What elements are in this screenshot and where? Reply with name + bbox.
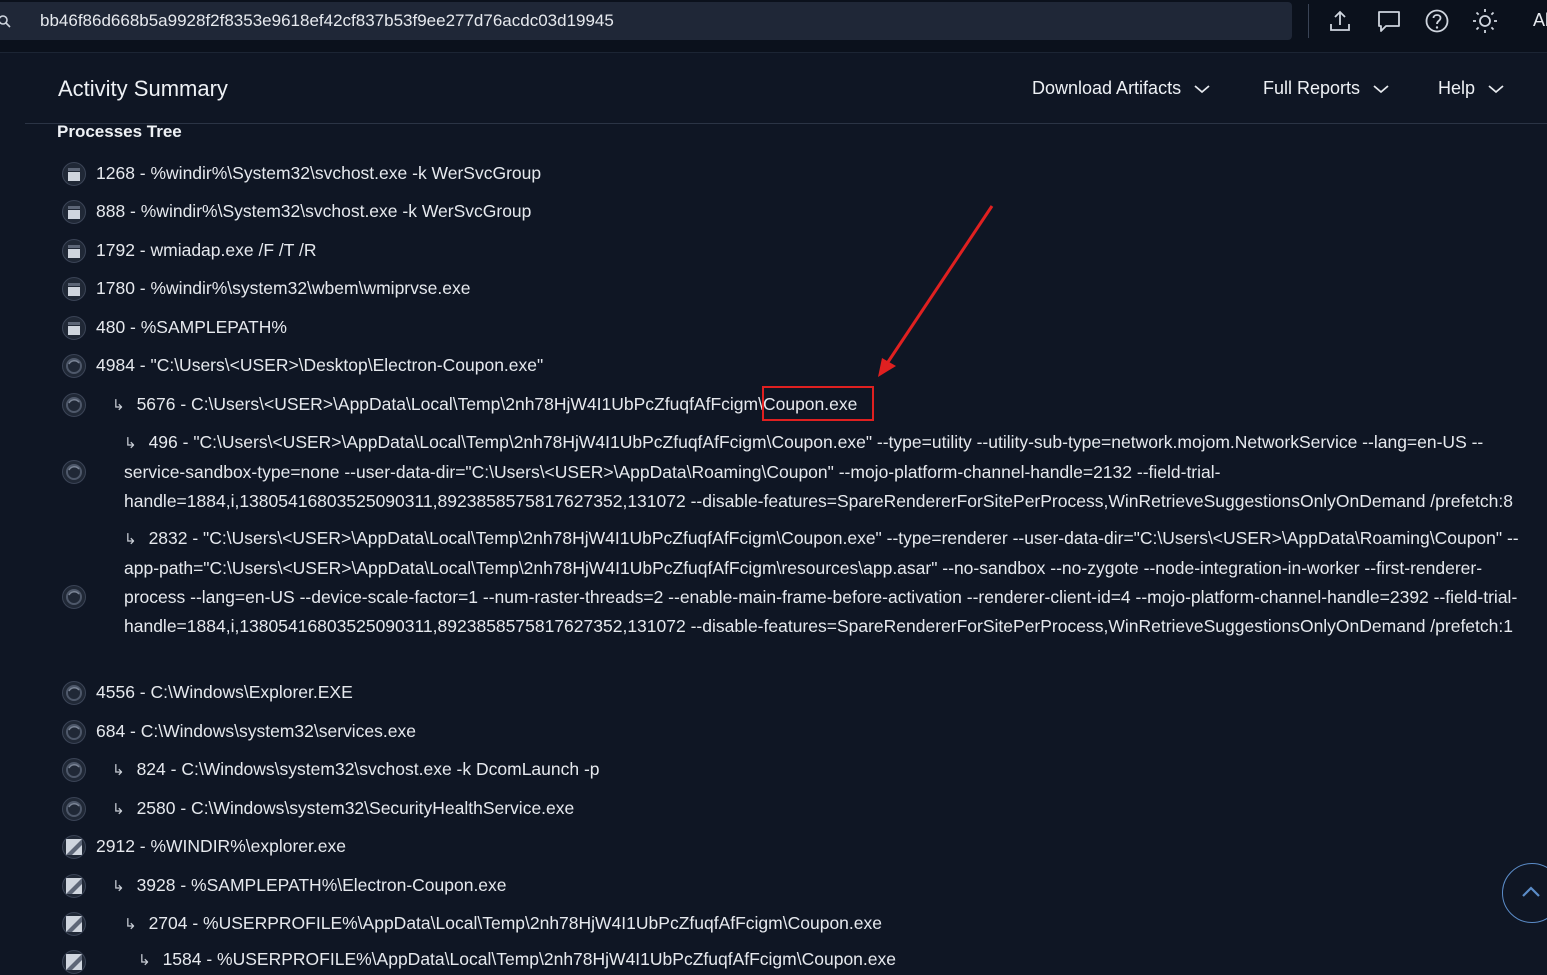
child-arrow-icon: ↳ — [124, 531, 137, 548]
svchost-icon — [62, 239, 86, 263]
process-text: 480 - %SAMPLEPATH% — [96, 317, 287, 337]
annotation-highlight-box — [762, 386, 874, 421]
process-command-line: 1780 - %windir%\system32\wbem\wmiprvse.e… — [96, 274, 470, 303]
help-circle-icon[interactable] — [1423, 7, 1451, 35]
child-arrow-icon: ↳ — [112, 762, 125, 779]
process-command-line: 684 - C:\Windows\system32\services.exe — [96, 717, 416, 746]
explorer-icon — [62, 950, 86, 974]
process-text: 2832 - "C:\Users\<USER>\AppData\Local\Te… — [124, 528, 1519, 636]
electron-icon — [62, 393, 86, 417]
annotation-arrow-icon — [878, 205, 994, 377]
process-text: 1268 - %windir%\System32\svchost.exe -k … — [96, 163, 542, 183]
toolbar-divider — [1308, 4, 1309, 38]
svchost-icon — [62, 277, 86, 301]
explorer-icon — [62, 874, 86, 898]
process-text: 684 - C:\Windows\system32\services.exe — [96, 721, 416, 741]
explorer-icon — [62, 835, 86, 859]
child-arrow-icon: ↳ — [112, 397, 125, 414]
process-text: 3928 - %SAMPLEPATH%\Electron-Coupon.exe — [136, 875, 507, 895]
processes-tree-title: Processes Tree — [57, 122, 182, 141]
electron-icon — [62, 797, 86, 821]
process-command-line: 1792 - wmiadap.exe /F /T /R — [96, 236, 316, 265]
comment-icon[interactable] — [1375, 7, 1403, 35]
explorer-icon — [62, 912, 86, 936]
search-input[interactable] — [40, 2, 1280, 40]
search-bar[interactable] — [0, 2, 1292, 40]
process-path: 5676 - C:\Users\<USER>\AppData\Local\Tem… — [136, 394, 759, 414]
electron-icon — [62, 681, 86, 705]
download-artifacts-menu[interactable]: Download Artifacts — [1032, 78, 1211, 99]
full-reports-menu[interactable]: Full Reports — [1263, 78, 1390, 99]
process-command-line: ↳ 496 - "C:\Users\<USER>\AppData\Local\Te… — [124, 428, 1534, 516]
top-bar: Al — [0, 0, 1547, 53]
download-artifacts-label: Download Artifacts — [1032, 78, 1182, 98]
chevron-up-icon — [1522, 886, 1540, 897]
page-title: Activity Summary — [58, 76, 228, 101]
search-icon — [0, 15, 11, 28]
sun-icon[interactable] — [1471, 7, 1499, 35]
process-command-line: 4556 - C:\Windows\Explorer.EXE — [96, 678, 353, 707]
svchost-icon — [62, 162, 86, 186]
child-arrow-icon: ↳ — [124, 435, 137, 452]
svchost-icon — [62, 200, 86, 224]
electron-icon — [62, 758, 86, 782]
process-command-line: 480 - %SAMPLEPATH% — [96, 313, 287, 342]
process-command-line: ↳ 2704 - %USERPROFILE%\AppData\Local\Temp… — [124, 909, 882, 939]
process-command-line: ↳ 824 - C:\Windows\system32\svchost.exe -… — [112, 755, 600, 785]
electron-icon — [62, 720, 86, 744]
process-text: 2912 - %WINDIR%\explorer.exe — [96, 836, 346, 856]
process-command-line: 2912 - %WINDIR%\explorer.exe — [96, 832, 346, 861]
chevron-down-icon — [1194, 84, 1210, 93]
process-command-line: 1268 - %windir%\System32\svchost.exe -k … — [96, 159, 541, 188]
truncated-toolbar-label[interactable]: Al — [1533, 10, 1547, 31]
process-command-line: ↳ 3928 - %SAMPLEPATH%\Electron-Coupon.exe — [112, 871, 507, 901]
process-text: 1780 - %windir%\system32\wbem\wmiprvse.e… — [96, 278, 471, 298]
electron-icon — [62, 354, 86, 378]
process-text: 4556 - C:\Windows\Explorer.EXE — [96, 682, 353, 702]
electron-icon — [62, 460, 86, 484]
process-command-line: 4984 - "C:\Users\<USER>\Desktop\Electron… — [96, 351, 543, 380]
child-arrow-icon: ↳ — [124, 916, 137, 933]
process-text: 888 - %windir%\System32\svchost.exe -k W… — [96, 201, 532, 221]
process-command-line: ↳ 5676 - C:\Users\<USER>\AppData\Local\Te… — [112, 390, 857, 420]
process-text: 496 - "C:\Users\<USER>\AppData\Local\Tem… — [124, 432, 1513, 511]
electron-icon — [62, 585, 86, 609]
process-text: 2704 - %USERPROFILE%\AppData\Local\Temp\… — [148, 913, 882, 933]
chevron-down-icon — [1373, 84, 1389, 93]
process-command-line: 888 - %windir%\System32\svchost.exe -k W… — [96, 197, 531, 226]
help-label: Help — [1438, 78, 1476, 98]
child-arrow-icon: ↳ — [112, 801, 125, 818]
child-arrow-icon: ↳ — [138, 952, 151, 969]
process-text: 1584 - %USERPROFILE%\AppData\Local\Temp\… — [162, 949, 896, 969]
process-text: 1792 - wmiadap.exe /F /T /R — [96, 240, 317, 260]
full-reports-label: Full Reports — [1263, 78, 1361, 98]
process-command-line: ↳ 2580 - C:\Windows\system32\SecurityHeal… — [112, 794, 574, 824]
process-text: 824 - C:\Windows\system32\svchost.exe -k… — [136, 759, 600, 779]
help-menu[interactable]: Help — [1438, 78, 1505, 99]
upload-icon[interactable] — [1326, 7, 1354, 35]
process-text: 2580 - C:\Windows\system32\SecurityHealt… — [136, 798, 575, 818]
scroll-to-top-button[interactable] — [1502, 863, 1547, 923]
chevron-down-icon — [1488, 84, 1504, 93]
svchost-icon — [62, 316, 86, 340]
process-text: 4984 - "C:\Users\<USER>\Desktop\Electron… — [96, 355, 544, 375]
child-arrow-icon: ↳ — [112, 878, 125, 895]
process-command-line: ↳ 1584 - %USERPROFILE%\AppData\Local\Temp… — [138, 945, 896, 975]
activity-summary-header: Activity Summary Download Artifacts Full… — [25, 56, 1547, 124]
process-command-line: ↳ 2832 - "C:\Users\<USER>\AppData\Local\T… — [124, 524, 1534, 641]
